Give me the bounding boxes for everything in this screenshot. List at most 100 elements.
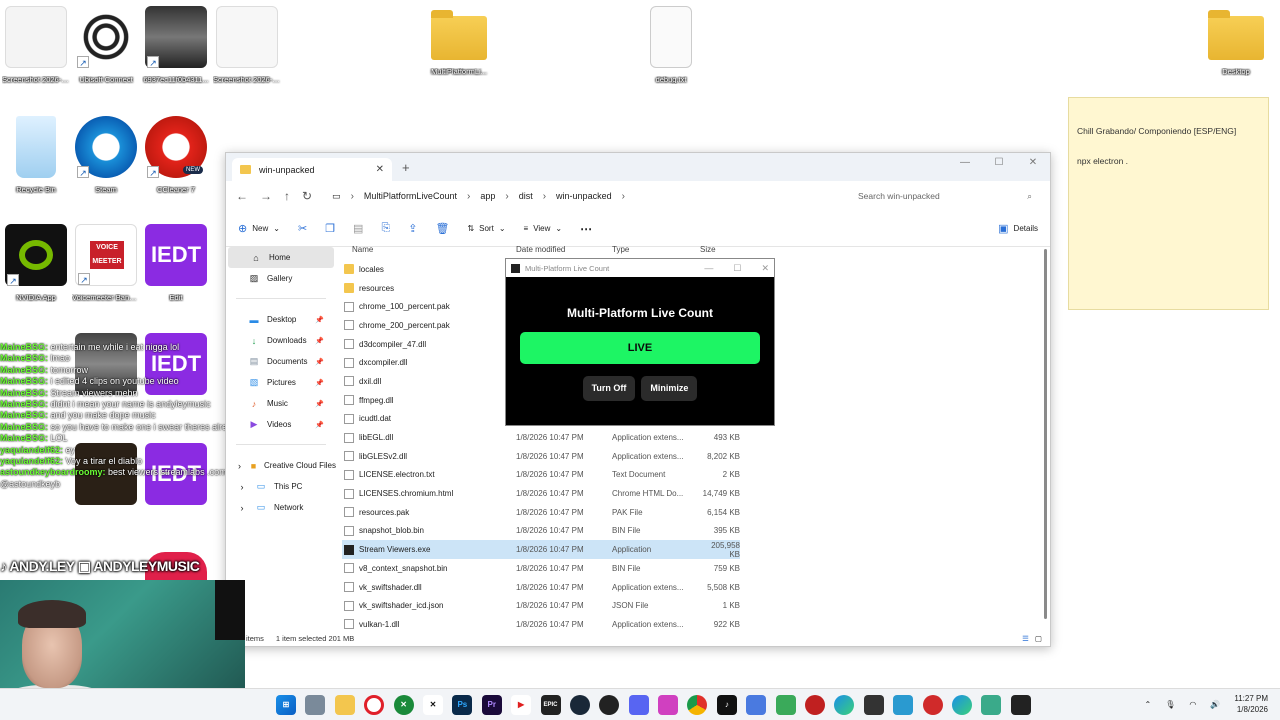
refresh-icon[interactable]: ↻ (302, 189, 312, 203)
desktop-icon-screenshot-2[interactable]: Screenshot 2026-01 ... (213, 6, 281, 84)
desktop-icon-desktop-folder[interactable]: Desktop (1202, 6, 1270, 76)
taskbar-discord-icon[interactable] (628, 695, 649, 715)
taskbar-notepad-icon[interactable] (981, 695, 1002, 715)
nav-item-pictures[interactable]: ▧ Pictures 📌 (226, 372, 336, 393)
taskbar-youtube-icon[interactable]: ▶ (511, 695, 532, 715)
taskbar-opera-icon[interactable] (364, 695, 385, 715)
forward-arrow-icon[interactable]: → (260, 189, 272, 203)
more-options-icon[interactable]: ⋯ (580, 222, 592, 236)
minimize-button[interactable]: Minimize (641, 376, 698, 401)
wifi-icon[interactable]: ◠ (1189, 700, 1196, 709)
file-row[interactable]: vk_swiftshader.dll 1/8/2026 10:47 PM Appli… (342, 578, 1042, 597)
cut-icon[interactable]: ✂ (298, 222, 307, 235)
breadcrumb-item[interactable]: MultiPlatformLiveCount (364, 191, 457, 201)
taskbar-edge2-icon[interactable] (951, 695, 972, 715)
microphone-icon[interactable]: 🎙 (1165, 700, 1175, 709)
desktop-icon-nvidia-app[interactable]: ↗ NVIDIA App (2, 224, 70, 302)
nav-item-this-pc[interactable]: › ▭ This PC (226, 476, 336, 497)
nav-item-gallery[interactable]: ▨ Gallery (226, 268, 336, 289)
desktop-icon-voicemeeter[interactable]: VOICE MEETER ↗ Voicemeeter Banana (72, 224, 140, 302)
desktop-icon-multiplatform-folder[interactable]: MultiPlatformLi... (425, 6, 493, 76)
taskbar-live-count-icon[interactable] (1010, 695, 1031, 715)
taskbar-app-teal-icon[interactable] (893, 695, 914, 715)
copy-icon[interactable]: ❐ (325, 222, 335, 235)
close-tab-icon[interactable]: ✕ (376, 164, 384, 175)
desktop-icon-steam[interactable]: ↗ Steam (72, 116, 140, 194)
new-button[interactable]: ⊕ New ⌄ (238, 222, 280, 235)
desktop-icon-ubisoft-connect[interactable]: ↗ Ubisoft Connect (72, 6, 140, 84)
taskbar-app-blue-icon[interactable] (746, 695, 767, 715)
maximize-window-button[interactable]: ☐ (982, 153, 1016, 173)
taskbar-epic-icon[interactable]: EPIC (540, 695, 561, 715)
minimize-window-button[interactable]: — (948, 153, 982, 173)
delete-icon[interactable]: 🗑 (435, 222, 449, 235)
taskbar-premiere-icon[interactable]: Pr (481, 695, 502, 715)
taskbar-file-explorer-icon[interactable] (334, 695, 355, 715)
taskbar-xbox-icon[interactable]: ✕ (393, 695, 414, 715)
clock[interactable]: 11:27 PM 1/8/2026 (1234, 693, 1268, 715)
taskbar-app-icon[interactable] (305, 695, 326, 715)
taskbar-app-pink-icon[interactable] (658, 695, 679, 715)
vertical-scrollbar[interactable] (1044, 249, 1047, 619)
file-row[interactable]: libGLESv2.dll 1/8/2026 10:47 PM Applicatio… (342, 447, 1042, 466)
nav-item-desktop[interactable]: ▬ Desktop 📌 (226, 309, 336, 330)
details-button[interactable]: ▣ Details (998, 222, 1038, 235)
file-row[interactable]: resources.pak 1/8/2026 10:47 PM PAK File 6,… (342, 503, 1042, 522)
nav-item-documents[interactable]: ▤ Documents 📌 (226, 351, 336, 372)
desktop-icon-edit[interactable]: IEDT Edit (142, 224, 210, 302)
nav-item-creative-cloud[interactable]: › ■ Creative Cloud Files (226, 455, 336, 476)
file-row[interactable]: v8_context_snapshot.bin 1/8/2026 10:47 PM… (342, 559, 1042, 578)
taskbar-app-red2-icon[interactable] (922, 695, 943, 715)
taskbar-chrome-icon[interactable] (687, 695, 708, 715)
details-view-icon[interactable]: ☰ (1022, 634, 1029, 643)
breadcrumb-item[interactable]: dist (519, 191, 533, 201)
file-row[interactable]: libEGL.dll 1/8/2026 10:47 PM Application e… (342, 428, 1042, 447)
desktop-icon-ccleaner[interactable]: NEW ↗ CCleaner 7 (142, 116, 210, 194)
nav-item-music[interactable]: ♪ Music 📌 (226, 393, 336, 414)
nav-item-home[interactable]: ⌂ Home (228, 247, 334, 268)
taskbar-steam-icon[interactable] (569, 695, 590, 715)
nav-item-videos[interactable]: ▶ Videos 📌 (226, 414, 336, 435)
taskbar-tiktok-icon[interactable]: ♪ (716, 695, 737, 715)
breadcrumb[interactable]: ▭ › MultiPlatformLiveCount › app › dist … (332, 191, 838, 202)
taskbar-app-red-icon[interactable] (805, 695, 826, 715)
sort-button[interactable]: ⇅ Sort ⌄ (467, 224, 505, 233)
breadcrumb-item[interactable]: app (480, 191, 495, 201)
search-input[interactable]: Search win-unpacked ⌕ (850, 185, 1040, 207)
live-count-window[interactable]: Multi-Platform Live Count — ☐ ✕ Multi-Pl… (505, 258, 775, 426)
close-window-button[interactable]: ✕ (761, 263, 769, 274)
file-row[interactable]: vk_swiftshader_icd.json 1/8/2026 10:47 PM… (342, 596, 1042, 615)
taskbar-app-green-icon[interactable] (775, 695, 796, 715)
taskbar-capcut-icon[interactable]: ✕ (422, 695, 443, 715)
up-arrow-icon[interactable]: ↑ (284, 189, 290, 203)
minimize-window-button[interactable]: — (704, 263, 713, 274)
taskbar-github-icon[interactable] (599, 695, 620, 715)
column-header-name[interactable]: Name (342, 245, 516, 260)
view-button[interactable]: ≡ View ⌄ (524, 224, 563, 233)
desktop-icon-screenshot-1[interactable]: Screenshot 2026-01 ... (2, 6, 70, 84)
desktop-icon-image-file[interactable]: ↗ 6937ec11f0b4311... (142, 6, 210, 84)
maximize-window-button[interactable]: ☐ (733, 263, 741, 274)
file-row[interactable]: snapshot_blob.bin 1/8/2026 10:47 PM BIN Fi… (342, 522, 1042, 541)
chevron-up-icon[interactable]: ⌃ (1145, 700, 1152, 709)
file-row[interactable]: LICENSE.electron.txt 1/8/2026 10:47 PM Tex… (342, 466, 1042, 485)
sticky-note[interactable]: Chill Grabando/ Componiendo [ESP/ENG] np… (1068, 97, 1269, 310)
nav-item-downloads[interactable]: ↓ Downloads 📌 (226, 330, 336, 351)
paste-icon[interactable]: ▤ (353, 222, 363, 235)
tab-win-unpacked[interactable]: win-unpacked ✕ (232, 158, 392, 181)
share-icon[interactable]: ⇪ (408, 222, 417, 235)
taskbar-photoshop-icon[interactable]: Ps (452, 695, 473, 715)
close-window-button[interactable]: ✕ (1016, 153, 1050, 173)
tiles-view-icon[interactable]: ▢ (1035, 634, 1042, 643)
taskbar-app-dark-icon[interactable] (863, 695, 884, 715)
file-row[interactable]: Stream Viewers.exe 1/8/2026 10:47 PM Appli… (342, 540, 740, 559)
new-tab-button[interactable]: + (402, 160, 410, 175)
breadcrumb-item[interactable]: win-unpacked (556, 191, 612, 201)
desktop-icon-recycle-bin[interactable]: Recycle Bin (2, 116, 70, 194)
volume-icon[interactable]: 🔊 (1210, 700, 1220, 709)
back-arrow-icon[interactable]: ← (236, 189, 248, 203)
rename-icon[interactable]: ⎘ (381, 222, 390, 235)
start-button[interactable]: ⊞ (276, 695, 296, 715)
file-row[interactable]: LICENSES.chromium.html 1/8/2026 10:47 PM C… (342, 484, 1042, 503)
taskbar-edge-icon[interactable] (834, 695, 855, 715)
